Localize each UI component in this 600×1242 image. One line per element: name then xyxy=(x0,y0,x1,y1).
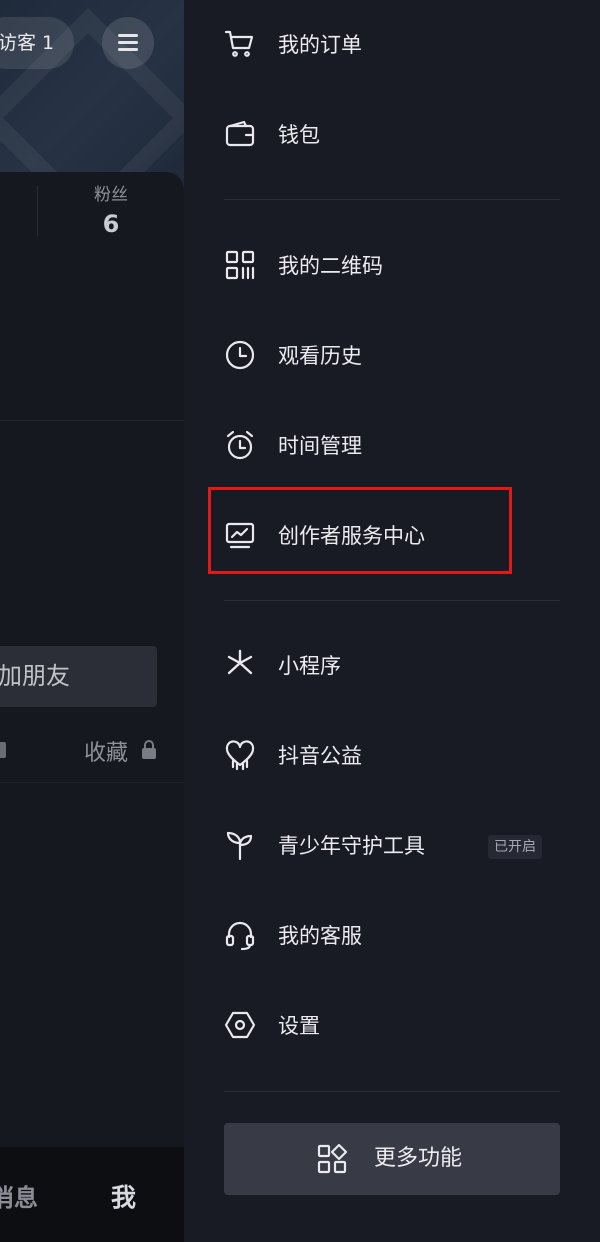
menu-item-label: 抖音公益 xyxy=(278,744,362,768)
status-badge: 已开启 xyxy=(488,835,542,859)
menu-item-orders[interactable]: 我的订单 xyxy=(224,0,564,90)
divider xyxy=(0,782,184,783)
sprout-icon xyxy=(224,829,256,861)
menu-item-customer-service[interactable]: 我的客服 xyxy=(224,891,564,981)
qrcode-icon xyxy=(224,249,256,281)
menu-item-qrcode[interactable]: 我的二维码 xyxy=(224,221,564,311)
side-drawer-menu: 我的订单 钱包 我的二维码 观看历史 时间管理 创作者服务中心 小程序 抖音公益… xyxy=(184,0,600,1242)
more-features-button[interactable]: 更多功能 xyxy=(224,1123,560,1195)
lock-icon xyxy=(142,740,156,760)
wallet-icon xyxy=(224,118,256,150)
menu-divider xyxy=(224,199,560,200)
fans-count[interactable]: 6 xyxy=(80,210,142,238)
more-features-label: 更多功能 xyxy=(374,1146,463,1171)
visitor-count-chip[interactable]: 访客 1 xyxy=(0,17,74,69)
settings-icon xyxy=(224,1009,256,1041)
menu-item-label: 我的客服 xyxy=(278,924,362,948)
menu-item-label: 我的订单 xyxy=(278,33,362,57)
hamburger-menu-button[interactable] xyxy=(102,17,154,69)
alarm-icon xyxy=(224,429,256,461)
profile-page-background: 访客 1 粉丝 6 加朋友 收藏 消息 我 xyxy=(0,0,184,1242)
add-friend-button[interactable]: 加朋友 xyxy=(0,646,157,707)
menu-item-charity[interactable]: 抖音公益 xyxy=(224,711,564,801)
nav-me[interactable]: 我 xyxy=(111,1178,136,1214)
menu-divider xyxy=(224,1091,560,1092)
menu-item-youth-protection[interactable]: 青少年守护工具 已开启 xyxy=(224,801,564,891)
menu-item-settings[interactable]: 设置 xyxy=(224,981,564,1071)
menu-item-watch-history[interactable]: 观看历史 xyxy=(224,311,564,401)
grid-apps-icon xyxy=(316,1143,348,1175)
menu-item-mini-programs[interactable]: 小程序 xyxy=(224,621,564,711)
cart-icon xyxy=(224,28,256,60)
stat-divider xyxy=(37,186,38,236)
menu-divider xyxy=(224,600,560,601)
highlight-box xyxy=(208,487,512,574)
fans-label: 粉丝 xyxy=(94,185,128,205)
menu-item-label: 我的二维码 xyxy=(278,254,383,278)
divider xyxy=(0,420,184,421)
menu-item-label: 钱包 xyxy=(278,123,320,147)
menu-item-label: 观看历史 xyxy=(278,344,362,368)
charity-heart-icon xyxy=(224,739,256,771)
menu-item-label: 设置 xyxy=(278,1014,320,1038)
menu-icon xyxy=(118,34,138,37)
menu-item-label: 青少年守护工具 xyxy=(278,834,425,858)
lock-icon xyxy=(0,742,6,758)
headset-icon xyxy=(224,919,256,951)
mini-program-icon xyxy=(224,649,256,681)
nav-messages[interactable]: 消息 xyxy=(0,1178,38,1213)
menu-item-time-management[interactable]: 时间管理 xyxy=(224,401,564,491)
clock-icon xyxy=(224,339,256,371)
tab-collections[interactable]: 收藏 xyxy=(84,735,128,767)
menu-item-wallet[interactable]: 钱包 xyxy=(224,90,564,180)
menu-item-label: 小程序 xyxy=(278,654,341,678)
menu-item-label: 时间管理 xyxy=(278,434,362,458)
